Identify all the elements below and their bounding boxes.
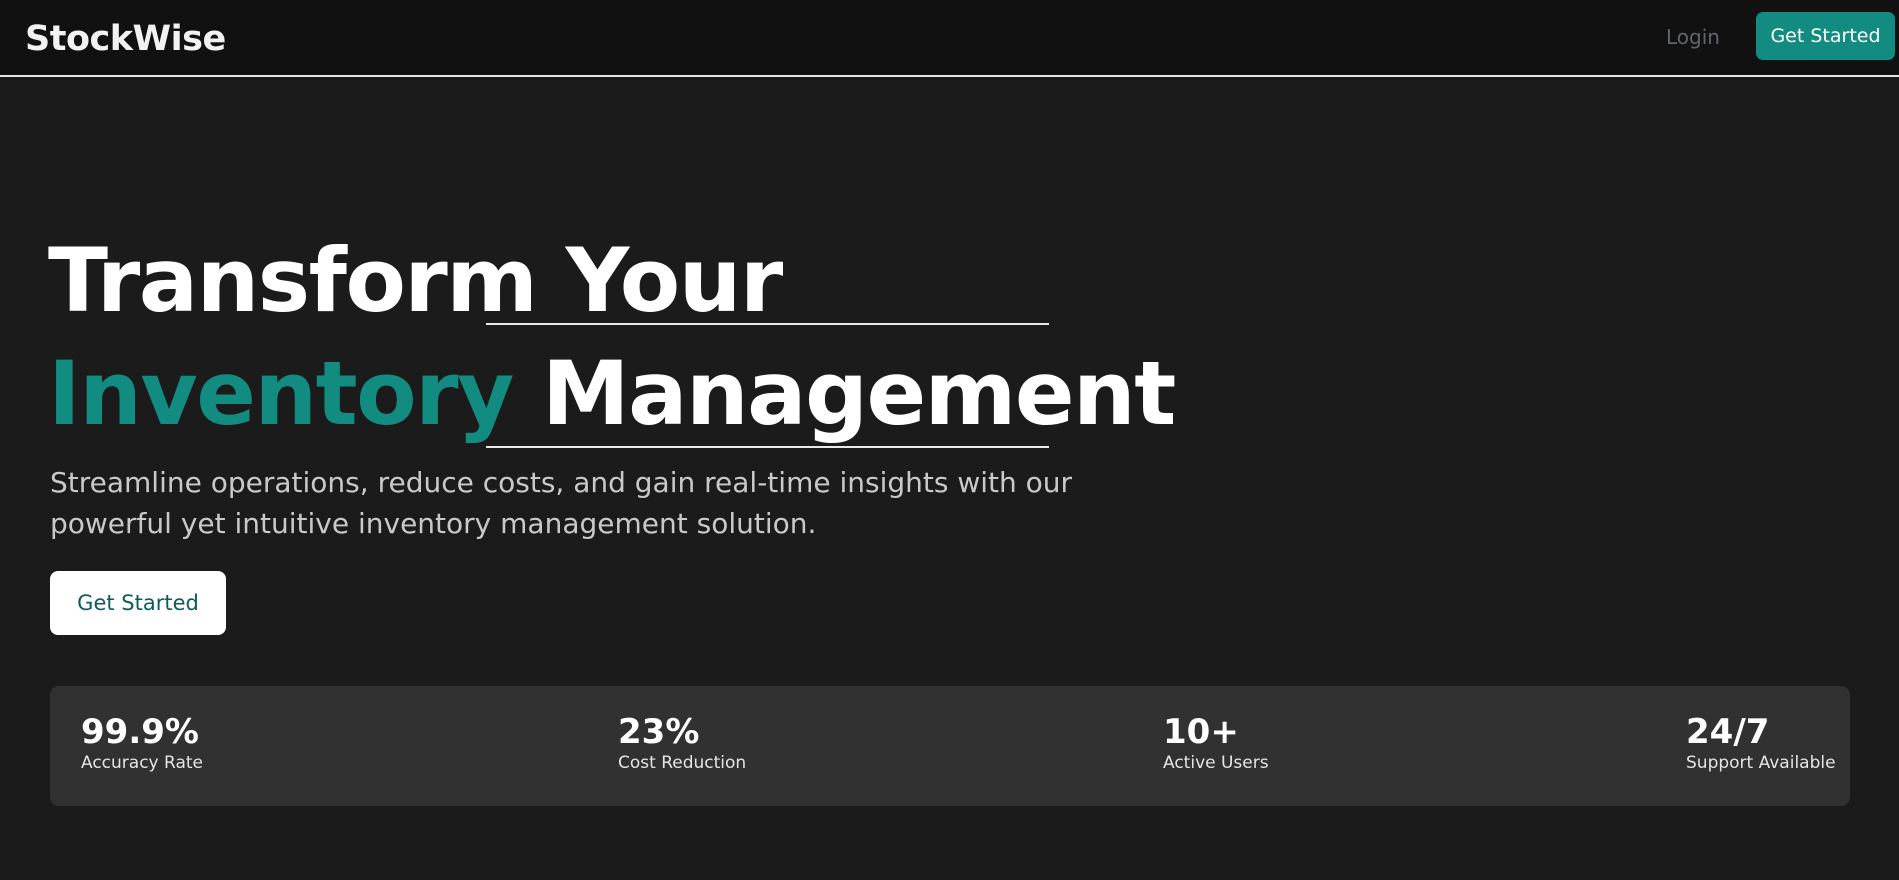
headline-word-inventory: Inventory [48,342,514,445]
headline-line-2: Inventory Management [48,350,1176,438]
headline-word-management: Management [542,342,1176,445]
headline-word-your: Your [565,229,784,332]
top-navbar: StockWise Login Get Started [0,0,1899,77]
stats-panel: 99.9% Accuracy Rate 23% Cost Reduction 1… [50,686,1850,806]
stat-accuracy: 99.9% Accuracy Rate [81,712,203,774]
nav-get-started-button[interactable]: Get Started [1756,12,1895,60]
stat-label: Accuracy Rate [81,753,203,774]
brand-logo[interactable]: StockWise [25,19,226,59]
stat-support: 24/7 Support Available [1686,712,1836,774]
headline-word-transform: Transform [48,229,538,332]
stat-label: Support Available [1686,753,1836,774]
hero-subtitle: Streamline operations, reduce costs, and… [50,466,1073,540]
login-link[interactable]: Login [1666,25,1720,49]
headline-line-1: Transform Your [48,237,783,325]
stat-value: 99.9% [81,712,199,752]
hero-get-started-button[interactable]: Get Started [50,571,226,635]
hero-section: Transform Your Inventory Management Stre… [0,79,1899,880]
stat-cost-reduction: 23% Cost Reduction [618,712,747,774]
stat-value: 10+ [1163,712,1239,752]
stat-value: 23% [618,712,700,752]
stat-active-users: 10+ Active Users [1163,712,1269,774]
stat-value: 24/7 [1686,712,1770,752]
stat-label: Cost Reduction [618,753,747,774]
stat-label: Active Users [1163,753,1269,774]
